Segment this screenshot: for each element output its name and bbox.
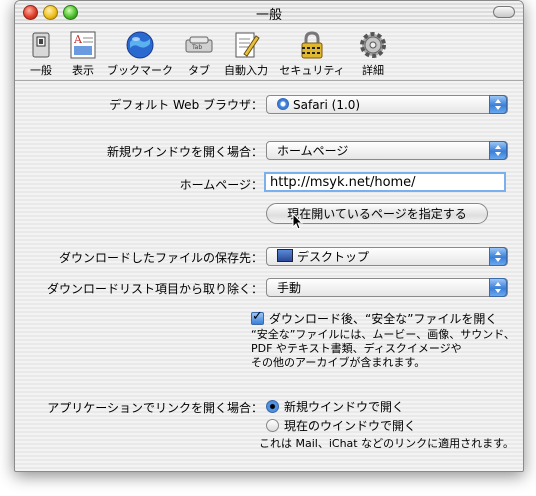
chevron-updown-icon: [489, 278, 507, 297]
open-safe-files-note-2: PDF やテキスト書類、ディスクイメージや: [251, 342, 462, 355]
download-location-label: ダウンロードしたファイルの保存先：: [58, 251, 263, 265]
new-window-label: 新規ウインドウを開く場合：: [106, 145, 263, 159]
open-safe-files-label[interactable]: ダウンロード後、“安全な”ファイルを開く: [269, 310, 497, 327]
open-safe-files-checkbox[interactable]: [251, 309, 264, 325]
default-browser-label: デフォルト Web ブラウザ：: [109, 98, 263, 112]
lock-icon: [296, 30, 328, 60]
default-browser-value: Safari (1.0): [293, 98, 361, 112]
chevron-updown-icon: [489, 247, 507, 266]
tab-icon: Tab: [183, 30, 215, 60]
preferences-window: 一般 一般 A 表示 ブックマーク Tab タブ 自動入力 セキュリティ 詳細 …: [14, 0, 524, 472]
cursor-arrow-icon: [292, 213, 304, 230]
toolbar-item-appearance[interactable]: A 表示: [63, 30, 103, 78]
new-window-popup[interactable]: ホームページ: [266, 141, 508, 160]
chevron-updown-icon: [489, 95, 507, 114]
window-title: 一般: [255, 8, 282, 23]
appearance-icon: A: [67, 30, 99, 60]
open-links-new-window-radio[interactable]: [266, 400, 279, 413]
toolbar-item-general[interactable]: 一般: [21, 30, 61, 78]
homepage-field[interactable]: [264, 172, 506, 192]
default-browser-popup[interactable]: Safari (1.0): [266, 95, 508, 114]
toolbar-item-autofill[interactable]: 自動入力: [221, 30, 271, 78]
remove-items-label: ダウンロードリスト項目から取り除く：: [46, 282, 263, 296]
svg-text:A: A: [73, 33, 83, 46]
open-safe-files-note-3: その他のアーカイブが含まれます。: [251, 356, 426, 369]
toolbar-item-advanced[interactable]: 詳細: [353, 30, 393, 78]
switch-icon: [25, 30, 57, 60]
toolbar-item-security[interactable]: セキュリティ: [277, 30, 347, 78]
desktop-folder-icon: [277, 249, 293, 262]
safari-icon: [277, 98, 289, 110]
download-location-popup[interactable]: デスクトップ: [266, 247, 508, 266]
open-links-new-window-label[interactable]: 新規ウインドウで開く: [284, 398, 404, 415]
homepage-label: ホームページ：: [179, 178, 263, 192]
title-bar[interactable]: 一般: [15, 1, 523, 24]
remove-items-popup[interactable]: 手動: [266, 278, 508, 297]
open-links-label: アプリケーションでリンクを開く場合：: [47, 401, 263, 415]
open-links-note: これは Mail、iChat などのリンクに適用されます。: [259, 437, 514, 450]
open-safe-files-note-1: “安全な”ファイルには、ムービー、画像、サウンド、: [251, 328, 515, 341]
globe-icon: [124, 30, 156, 60]
chevron-updown-icon: [489, 141, 507, 160]
svg-text:Tab: Tab: [191, 44, 202, 51]
gear-icon: [357, 30, 389, 60]
new-window-value: ホームページ: [277, 144, 349, 158]
toolbar-item-bookmarks[interactable]: ブックマーク: [105, 30, 175, 78]
download-location-value: デスクトップ: [297, 250, 370, 264]
toolbar-item-tabs[interactable]: Tab タブ: [179, 30, 219, 78]
toolbar: 一般 A 表示 ブックマーク Tab タブ 自動入力 セキュリティ 詳細: [15, 24, 523, 81]
open-links-current-window-label[interactable]: 現在のウインドウで開く: [284, 417, 416, 434]
toolbar-toggle-button[interactable]: [493, 6, 515, 18]
open-links-current-window-radio[interactable]: [266, 419, 279, 432]
pencil-form-icon: [230, 30, 262, 60]
remove-items-value: 手動: [277, 281, 302, 295]
